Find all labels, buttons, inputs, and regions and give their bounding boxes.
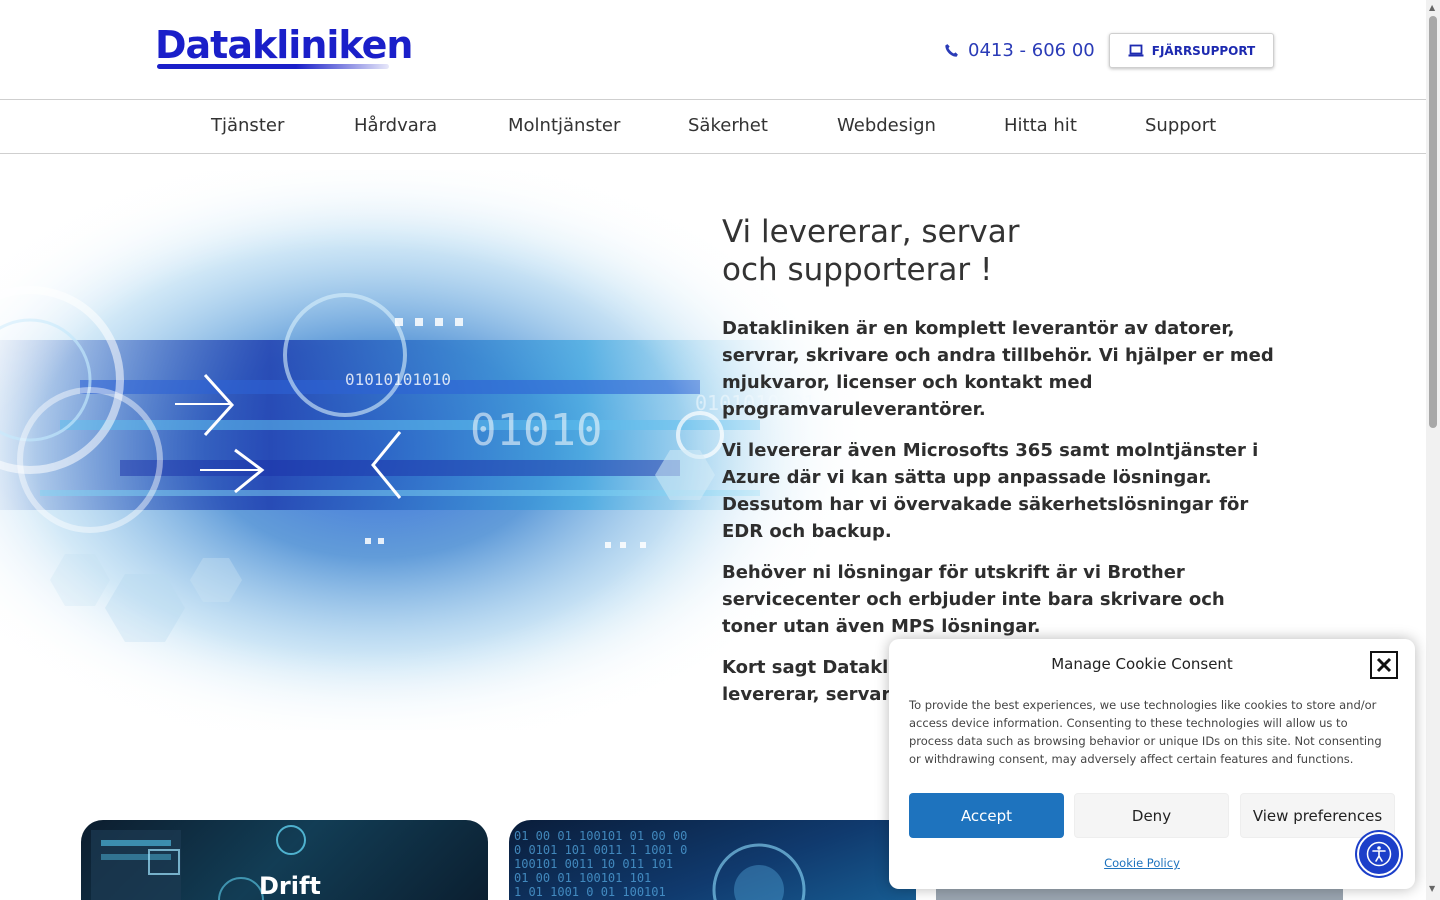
deny-button[interactable]: Deny: [1074, 793, 1229, 838]
scroll-up-arrow-icon[interactable]: ▲: [1429, 3, 1435, 12]
cookie-title: Manage Cookie Consent: [1051, 655, 1233, 673]
phone-link[interactable]: 0413 - 606 00: [944, 38, 1095, 62]
hero-paragraph: Behöver ni lösningar för utskrift är vi …: [722, 562, 1225, 637]
scrollbar-thumb[interactable]: [1429, 16, 1437, 428]
cookie-consent-dialog: Manage Cookie Consent To provide the bes…: [889, 639, 1415, 889]
phone-icon: [945, 43, 958, 57]
nav-item-support[interactable]: Support: [1145, 100, 1216, 154]
close-icon: [1376, 657, 1392, 673]
nav-item-sakerhet[interactable]: Säkerhet: [688, 100, 768, 154]
accessibility-icon: [1366, 841, 1392, 867]
hero-paragraph: Datakliniken är en komplett leverantör a…: [722, 318, 1274, 420]
accessibility-button[interactable]: [1357, 832, 1401, 876]
hero-title: Vi levererar, servar och supporterar !: [722, 213, 1282, 289]
logo[interactable]: Datakliniken: [155, 23, 413, 74]
nav-item-hitta-hit[interactable]: Hitta hit: [1004, 100, 1077, 154]
card-title: Drift: [259, 872, 321, 900]
svg-text:01 00 01 100101 01 00 00: 01 00 01 100101 01 00 00: [514, 829, 687, 843]
hero-paragraph: Vi levererar även Microsofts 365 samt mo…: [722, 440, 1259, 542]
svg-text:01 00 01 100101 101: 01 00 01 100101 101: [514, 871, 651, 885]
cookie-body-text: To provide the best experiences, we use …: [909, 698, 1382, 766]
logo-text: Datakliniken: [155, 23, 413, 67]
accept-button[interactable]: Accept: [909, 793, 1064, 838]
cookie-policy-link[interactable]: Cookie Policy: [889, 856, 1395, 870]
hero-title-line-2: och supporterar !: [722, 252, 993, 288]
laptop-icon: [1128, 44, 1144, 56]
remote-support-button[interactable]: FJÄRRSUPPORT: [1109, 33, 1274, 68]
binary-code-image: 01 00 01 100101 01 00 00 0 0101 101 0011…: [514, 829, 806, 900]
close-button[interactable]: [1370, 651, 1398, 679]
nav-item-hardvara[interactable]: Hårdvara: [354, 100, 437, 154]
site-header: Datakliniken 0413 - 606 00 FJÄRRSUPPORT: [0, 0, 1426, 100]
view-preferences-button[interactable]: View preferences: [1240, 793, 1395, 838]
svg-text:100101 0011 10 011 101: 100101 0011 10 011 101: [514, 857, 673, 871]
service-card-2[interactable]: 01 00 01 100101 01 00 00 0 0101 101 0011…: [509, 820, 916, 900]
page-scrollbar[interactable]: ▲ ▼: [1426, 0, 1440, 900]
phone-number: 0413 - 606 00: [968, 39, 1095, 61]
hero-title-line-1: Vi levererar, servar: [722, 214, 1020, 250]
remote-support-label: FJÄRRSUPPORT: [1151, 43, 1256, 58]
svg-text:1 01 1001 0 01 100101: 1 01 1001 0 01 100101: [514, 885, 666, 899]
nav-item-molntjanster[interactable]: Molntjänster: [508, 100, 620, 154]
scroll-down-arrow-icon[interactable]: ▼: [1429, 884, 1435, 893]
nav-item-webdesign[interactable]: Webdesign: [837, 100, 936, 154]
svg-text:0 0101 101 0011 1 1001 0: 0 0101 101 0011 1 1001 0: [514, 843, 687, 857]
logo-underline: [157, 64, 389, 69]
nav-item-tjanster[interactable]: Tjänster: [211, 100, 284, 154]
hero-text: Vi levererar, servar och supporterar ! D…: [722, 213, 1282, 708]
service-card-drift[interactable]: Drift: [81, 820, 488, 900]
main-nav: Tjänster Hårdvara Molntjänster Säkerhet …: [0, 100, 1426, 154]
